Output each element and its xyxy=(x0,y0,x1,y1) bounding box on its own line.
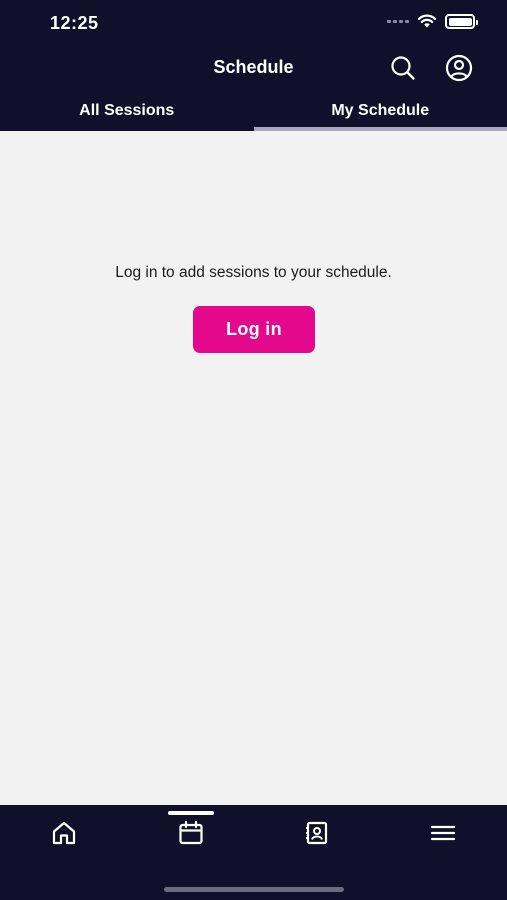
tab-all-sessions[interactable]: All Sessions xyxy=(0,96,254,131)
tab-my-schedule[interactable]: My Schedule xyxy=(253,96,507,131)
active-tab-indicator xyxy=(168,811,214,815)
user-circle-icon xyxy=(445,54,473,82)
main-content: Log in to add sessions to your schedule.… xyxy=(0,131,507,805)
login-button[interactable]: Log in xyxy=(193,306,315,353)
nav-home[interactable] xyxy=(42,819,86,847)
tab-bar: All Sessions My Schedule xyxy=(0,96,507,131)
status-bar: 12:25 xyxy=(0,0,507,48)
calendar-icon xyxy=(179,820,203,845)
status-time: 12:25 xyxy=(50,13,99,33)
contact-card-icon xyxy=(306,821,328,845)
status-icons xyxy=(387,14,478,29)
profile-button[interactable] xyxy=(445,54,473,82)
login-prompt-message: Log in to add sessions to your schedule. xyxy=(115,264,392,281)
battery-icon xyxy=(445,14,478,29)
home-icon xyxy=(52,821,76,845)
search-icon xyxy=(391,56,415,80)
hamburger-menu-icon xyxy=(430,825,456,841)
search-button[interactable] xyxy=(389,54,417,82)
cellular-signal-icon xyxy=(387,20,409,23)
nav-contacts[interactable] xyxy=(295,819,339,847)
page-title: Schedule xyxy=(213,57,294,77)
bottom-nav xyxy=(0,805,507,900)
home-indicator xyxy=(164,887,344,892)
nav-schedule[interactable] xyxy=(169,819,213,847)
nav-menu[interactable] xyxy=(421,819,465,847)
top-bar: 12:25 Schedule All Sessions My Schedule xyxy=(0,0,507,131)
wifi-icon xyxy=(417,14,437,28)
